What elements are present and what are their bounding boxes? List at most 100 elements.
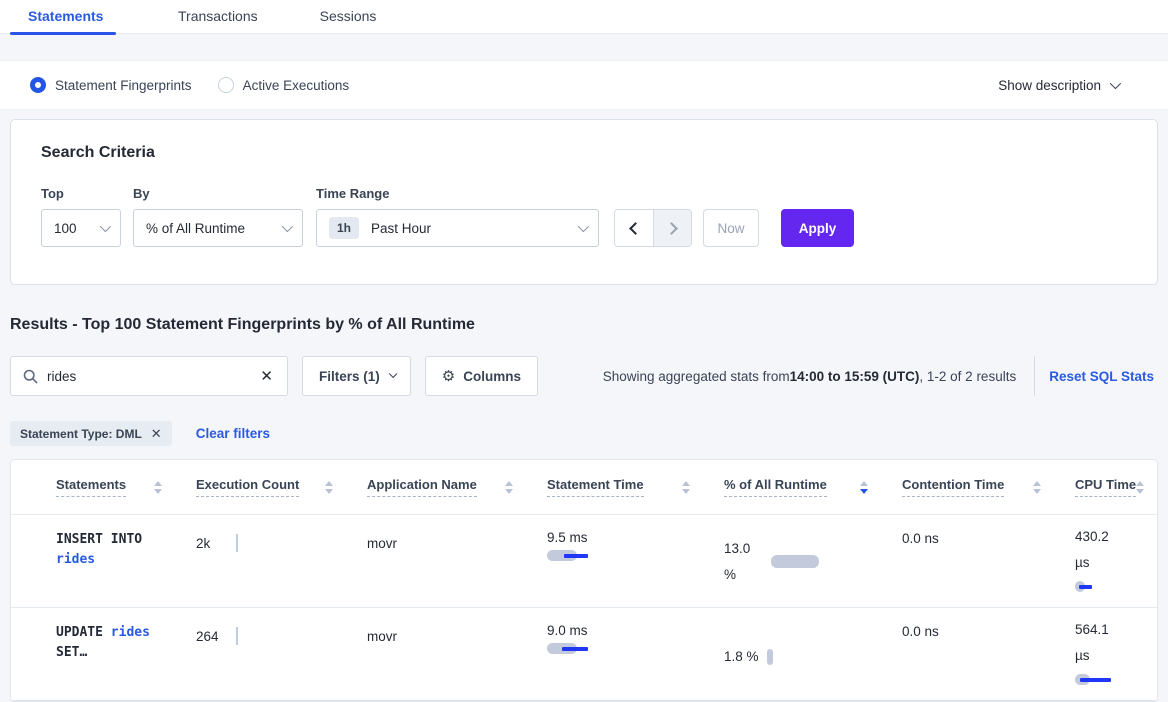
top-select-value: 100 — [54, 221, 77, 236]
statement-time-cell: 9.0 ms — [547, 623, 724, 686]
sql-tail: SET… — [56, 645, 87, 660]
chevron-down-icon — [282, 221, 293, 232]
column-header-runtime-pct: % of All Runtime — [724, 477, 902, 497]
runtime-pct-value: 1.8 % — [724, 649, 759, 664]
column-header-label[interactable]: Application Name — [367, 477, 477, 497]
filter-pill-statement-type[interactable]: Statement Type: DML ✕ — [10, 421, 172, 446]
chevron-left-icon — [629, 222, 642, 235]
application-name-cell: movr — [367, 623, 547, 686]
time-range-field: Time Range 1h Past Hour — [316, 186, 599, 247]
statements-table: Statements Execution Count Application N… — [10, 459, 1158, 702]
runtime-pct-bar — [767, 649, 773, 665]
runtime-pct-bar — [771, 555, 819, 568]
sort-control[interactable] — [1136, 481, 1144, 494]
time-range-nav — [614, 209, 692, 247]
sort-control[interactable] — [1033, 481, 1041, 494]
show-description-label: Show description — [998, 78, 1101, 93]
contention-time-cell: 0.0 ns — [902, 530, 1075, 593]
chevron-down-icon — [389, 370, 397, 378]
column-header-label[interactable]: CPU Time — [1075, 477, 1136, 497]
summary-prefix: Showing aggregated stats from — [603, 369, 790, 384]
summary-time-range: 14:00 to 15:59 (UTC) — [790, 369, 920, 384]
contention-time-cell: 0.0 ns — [902, 623, 1075, 686]
chevron-right-icon — [665, 222, 678, 235]
filters-button-label: Filters (1) — [319, 369, 380, 384]
columns-button[interactable]: ⚙ Columns — [425, 356, 538, 396]
top-field: Top 100 — [41, 186, 133, 247]
statement-fingerprint-cell: UPDATE rides SET… — [56, 623, 182, 686]
statement-link[interactable]: rides — [56, 552, 95, 567]
sort-control-active-desc[interactable] — [860, 481, 868, 494]
top-select[interactable]: 100 — [41, 209, 121, 247]
search-criteria-card: Search Criteria Top 100 By % of All Runt… — [10, 119, 1158, 285]
results-heading: Results - Top 100 Statement Fingerprints… — [10, 316, 1158, 334]
statement-time-bar — [547, 550, 724, 562]
clear-search-icon[interactable]: ✕ — [258, 367, 275, 385]
cpu-time-value: 430.2 µs — [1075, 524, 1125, 576]
execution-count-cell: 2k — [196, 530, 367, 593]
column-header-label[interactable]: Statements — [56, 477, 126, 497]
radio-label: Active Executions — [243, 78, 350, 93]
time-range-value: Past Hour — [371, 221, 431, 236]
apply-button[interactable]: Apply — [781, 209, 854, 247]
time-range-label: Time Range — [316, 186, 599, 201]
execution-count-bar — [236, 534, 238, 552]
sql-keyword: UPDATE — [56, 625, 111, 640]
stats-summary: Showing aggregated stats from 14:00 to 1… — [603, 369, 1016, 384]
statement-time-value: 9.0 ms — [547, 623, 724, 638]
clear-filters-link[interactable]: Clear filters — [196, 426, 270, 441]
column-header-statement-time: Statement Time — [547, 477, 724, 497]
view-toggle-bar: Statement Fingerprints Active Executions… — [0, 60, 1168, 110]
tab-statements[interactable]: Statements — [10, 0, 120, 33]
tab-transactions[interactable]: Transactions — [160, 0, 272, 33]
runtime-pct-value: 13.0 % — [724, 536, 762, 588]
sort-control[interactable] — [682, 481, 690, 494]
filters-button[interactable]: Filters (1) — [302, 356, 411, 396]
filter-pill-label: Statement Type: DML — [20, 427, 142, 441]
now-button[interactable]: Now — [703, 209, 759, 247]
search-criteria-form: Top 100 By % of All Runtime Time Range 1… — [41, 186, 1127, 247]
sort-control[interactable] — [154, 481, 162, 494]
time-range-next-button[interactable] — [653, 210, 691, 246]
statement-fingerprint-cell: INSERT INTO rides — [56, 530, 182, 593]
chevron-down-icon — [578, 221, 589, 232]
search-icon — [23, 369, 38, 384]
cpu-time-bar — [1075, 581, 1157, 593]
remove-filter-icon[interactable]: ✕ — [151, 426, 162, 442]
execution-count-value: 2k — [196, 536, 236, 551]
statement-time-value: 9.5 ms — [547, 530, 724, 545]
column-header-label[interactable]: Contention Time — [902, 477, 1004, 497]
tab-sessions[interactable]: Sessions — [302, 0, 412, 33]
time-range-prev-button[interactable] — [615, 210, 653, 246]
statement-search-box[interactable]: ✕ — [10, 356, 288, 396]
show-description-toggle[interactable]: Show description — [998, 78, 1138, 93]
column-header-application-name: Application Name — [367, 477, 547, 497]
time-range-select[interactable]: 1h Past Hour — [316, 209, 599, 247]
radio-label: Statement Fingerprints — [55, 78, 192, 93]
by-label: By — [133, 186, 316, 201]
statement-time-cell: 9.5 ms — [547, 530, 724, 593]
sort-control[interactable] — [505, 481, 513, 494]
radio-statement-fingerprints[interactable]: Statement Fingerprints — [30, 77, 192, 93]
column-header-cpu-time: CPU Time — [1075, 477, 1168, 497]
column-header-execution-count: Execution Count — [196, 477, 367, 497]
chevron-down-icon — [1110, 78, 1121, 89]
sql-keyword: INSERT INTO — [56, 532, 142, 547]
main-tabbar: Statements Transactions Sessions — [0, 0, 1168, 34]
column-header-label[interactable]: Execution Count — [196, 477, 299, 497]
reset-sql-stats-link[interactable]: Reset SQL Stats — [1049, 369, 1158, 384]
gear-icon: ⚙ — [442, 367, 455, 385]
table-row: UPDATE rides SET… 264 movr 9.0 ms 1.8 % … — [11, 608, 1157, 701]
search-input[interactable] — [47, 369, 258, 384]
sort-control[interactable] — [325, 481, 333, 494]
search-criteria-title: Search Criteria — [41, 144, 1127, 162]
chevron-down-icon — [100, 221, 111, 232]
radio-active-executions[interactable]: Active Executions — [218, 77, 350, 93]
column-header-label[interactable]: Statement Time — [547, 477, 644, 497]
summary-suffix: , 1-2 of 2 results — [919, 369, 1016, 384]
statement-link[interactable]: rides — [111, 625, 150, 640]
execution-count-value: 264 — [196, 629, 236, 644]
column-header-label[interactable]: % of All Runtime — [724, 477, 827, 497]
by-select[interactable]: % of All Runtime — [133, 209, 303, 247]
results-controls-row: ✕ Filters (1) ⚙ Columns Showing aggregat… — [10, 356, 1158, 396]
